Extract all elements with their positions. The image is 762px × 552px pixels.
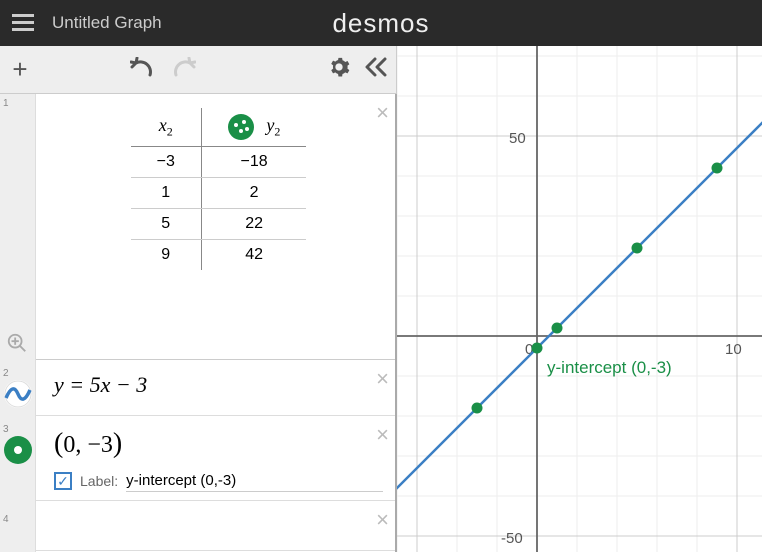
expression-toolbar: +	[0, 46, 397, 94]
label-prefix: Label:	[80, 473, 118, 489]
expression-rail: 1 2	[0, 94, 36, 552]
app-header: Untitled Graph desmos	[0, 0, 762, 46]
cell-y[interactable]: 22	[201, 209, 306, 240]
table-point[interactable]	[472, 403, 483, 414]
table-row[interactable]: 522	[131, 209, 307, 240]
tick-x-10: 10	[725, 341, 742, 358]
table-row[interactable]: 942	[131, 240, 307, 271]
expression-row-empty[interactable]: ×	[36, 501, 395, 551]
label-input[interactable]	[126, 470, 383, 492]
point-label-text: y-intercept (0,-3)	[547, 358, 672, 377]
zoom-icon	[6, 332, 28, 354]
cell-x[interactable]: 1	[131, 178, 202, 209]
equation-text[interactable]: y = 5x − 3	[54, 368, 383, 402]
chevron-double-left-icon	[364, 57, 388, 77]
cell-x[interactable]: 9	[131, 240, 202, 271]
point-label-row: ✓ Label:	[36, 462, 395, 501]
brand-logo: desmos	[332, 8, 429, 39]
add-expression-button[interactable]: +	[0, 54, 40, 85]
graph-svg: 0 10 50 -50 y-intercept (0,-3)	[397, 46, 762, 552]
expression-row-equation[interactable]: × y = 5x − 3	[36, 360, 395, 416]
table-point[interactable]	[632, 243, 643, 254]
table-header-x[interactable]: x2	[131, 108, 202, 147]
delete-expression-4[interactable]: ×	[376, 507, 389, 533]
menu-button[interactable]	[0, 0, 46, 46]
undo-icon	[130, 57, 154, 77]
redo-icon	[172, 57, 196, 77]
graph-line[interactable]	[397, 88, 762, 498]
main-area: +	[0, 46, 762, 552]
table-y-style-toggle[interactable]	[228, 114, 254, 140]
expr-index-2: 2	[3, 368, 9, 379]
table-point[interactable]	[712, 163, 723, 174]
expression-row-point[interactable]: × (0, −3)	[36, 416, 395, 462]
point-text[interactable]: (0, −3)	[54, 424, 383, 464]
delete-expression-1[interactable]: ×	[376, 100, 389, 126]
tick-y-50: 50	[509, 130, 526, 147]
redo-button[interactable]	[172, 57, 196, 82]
cell-x[interactable]: 5	[131, 209, 202, 240]
wave-icon	[4, 380, 32, 408]
expr-3-color-toggle[interactable]	[4, 436, 32, 464]
cell-y[interactable]: 42	[201, 240, 306, 271]
delete-expression-2[interactable]: ×	[376, 366, 389, 392]
zoom-fit-button[interactable]	[6, 332, 28, 359]
table-row[interactable]: −3−18	[131, 147, 307, 178]
table-row[interactable]: 12	[131, 178, 307, 209]
label-checkbox[interactable]: ✓	[54, 472, 72, 490]
expression-panel: × x2	[36, 94, 397, 552]
gear-icon	[328, 56, 350, 78]
expr-index-3: 3	[3, 424, 9, 435]
graph-canvas[interactable]: 0 10 50 -50 y-intercept (0,-3)	[397, 46, 762, 552]
expression-row-table[interactable]: × x2	[36, 94, 395, 360]
collapse-panel-button[interactable]	[364, 57, 388, 82]
hamburger-icon	[12, 14, 34, 32]
delete-expression-3[interactable]: ×	[376, 422, 389, 448]
settings-button[interactable]	[328, 56, 350, 83]
tick-y-n50: -50	[501, 530, 523, 547]
labeled-point[interactable]	[532, 343, 543, 354]
table-point[interactable]	[552, 323, 563, 334]
undo-button[interactable]	[130, 57, 154, 82]
point-icon	[13, 445, 23, 455]
cell-y[interactable]: 2	[201, 178, 306, 209]
cell-y[interactable]: −18	[201, 147, 306, 178]
expr-index-1: 1	[3, 98, 9, 109]
expr-2-color-toggle[interactable]	[4, 380, 32, 408]
cell-x[interactable]: −3	[131, 147, 202, 178]
table-header-y[interactable]: y2	[201, 108, 306, 147]
data-table[interactable]: x2 y2	[54, 102, 383, 286]
graph-title[interactable]: Untitled Graph	[52, 13, 162, 33]
expr-index-4: 4	[3, 514, 9, 525]
